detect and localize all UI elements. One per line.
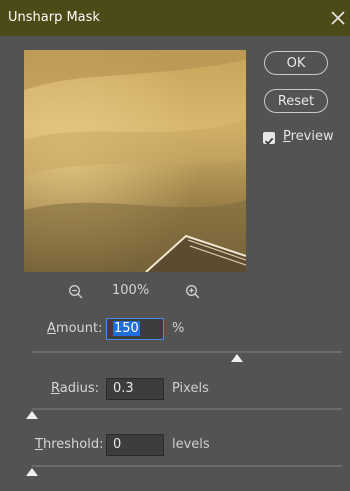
- reset-button[interactable]: Reset: [264, 89, 328, 113]
- preview-checkbox[interactable]: [263, 132, 275, 145]
- threshold-unit: levels: [172, 437, 210, 452]
- radius-value: 0.3: [113, 381, 134, 396]
- amount-slider-thumb[interactable]: [230, 354, 243, 362]
- close-icon[interactable]: [328, 8, 348, 28]
- amount-field[interactable]: 150: [106, 318, 164, 340]
- threshold-label: Threshold:: [35, 437, 103, 452]
- radius-slider-thumb[interactable]: [26, 411, 38, 419]
- zoom-level: 100%: [112, 283, 150, 298]
- amount-mnemonic: A: [47, 321, 56, 336]
- amount-value: 150: [113, 321, 140, 336]
- threshold-slider-track[interactable]: [32, 465, 342, 467]
- radius-unit: Pixels: [172, 381, 209, 396]
- threshold-label-rest: hreshold:: [42, 437, 104, 452]
- preview-label-rest: review: [290, 129, 334, 144]
- radius-label: Radius:: [51, 381, 99, 396]
- amount-label: Amount:: [47, 321, 102, 336]
- threshold-value: 0: [113, 437, 122, 452]
- title-bar: Unsharp Mask: [0, 0, 350, 36]
- radius-field[interactable]: 0.3: [106, 378, 164, 400]
- amount-slider-track[interactable]: [32, 351, 342, 353]
- checkmark-icon: [264, 137, 274, 145]
- threshold-mnemonic: T: [35, 437, 43, 452]
- threshold-field[interactable]: 0: [106, 434, 164, 456]
- ok-button[interactable]: OK: [264, 51, 328, 75]
- radius-slider-track[interactable]: [32, 408, 342, 410]
- amount-unit: %: [172, 321, 185, 336]
- dialog-title: Unsharp Mask: [8, 10, 100, 25]
- threshold-slider-thumb[interactable]: [26, 468, 38, 476]
- zoom-in-icon[interactable]: [185, 284, 201, 300]
- radius-mnemonic: R: [51, 381, 60, 396]
- radius-label-rest: adius:: [59, 381, 99, 396]
- amount-label-rest: mount:: [55, 321, 103, 336]
- preview-mnemonic: P: [283, 129, 291, 144]
- zoom-out-icon[interactable]: [68, 284, 84, 300]
- preview-image[interactable]: [24, 50, 246, 272]
- preview-label[interactable]: Preview: [283, 129, 334, 144]
